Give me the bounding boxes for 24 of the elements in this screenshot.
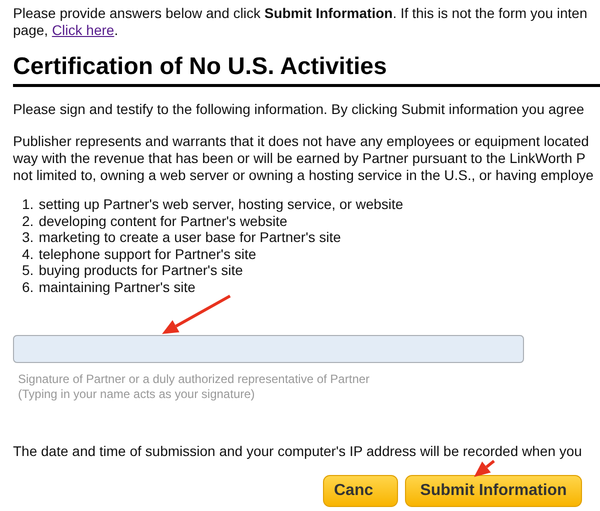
signature-caption: Signature of Partner or a duly authorized representative of Partner (Typing in your name acts as your signature) [18,372,371,402]
list-number: 4. [22,246,34,262]
notice-text: The date and time of submission and your computer's IP address will be recorded when you [13,443,582,460]
list-number: 3. [22,229,34,246]
activity-item: telephone support for Partner's site [38,246,256,262]
activity-item: setting up Partner's web server, hosting service, or website [38,196,404,212]
cancel-button[interactable]: Canc [323,475,398,507]
list-number: 1. [22,196,34,212]
page-heading: Certification of No U.S. Activities [13,52,387,82]
activity-item: marketing to create a user base for Partner's site [38,229,341,246]
activity-item: maintaining Partner's site [38,278,196,295]
submit-button[interactable]: Submit Information [405,475,582,507]
annotation-arrow [474,460,495,477]
annotation-arrow [162,294,231,334]
list-number: 6. [22,278,34,295]
activity-item: buying products for Partner's site [38,262,243,278]
signature-field[interactable] [13,335,524,363]
intro-text: Please provide answers below and click Submit Information. If this is not the form you inten page, Click here. [13,5,588,39]
activity-item: developing content for Partner's website [38,212,288,229]
list-number: 5. [22,262,34,278]
agreement-text: Please sign and testify to the following information. By clicking Submit information you agree [13,101,586,118]
click-here-link[interactable]: Click here [52,22,114,38]
list-number: 2. [22,212,34,229]
statement-text: Publisher represents and warrants that it does not have any employees or equipment located way with the revenue that has been or will be earned by Partner pursuant to the LinkWorth P not limited to, owning a web server or owning a hosting service in the U.S., or having employe [13,133,595,184]
